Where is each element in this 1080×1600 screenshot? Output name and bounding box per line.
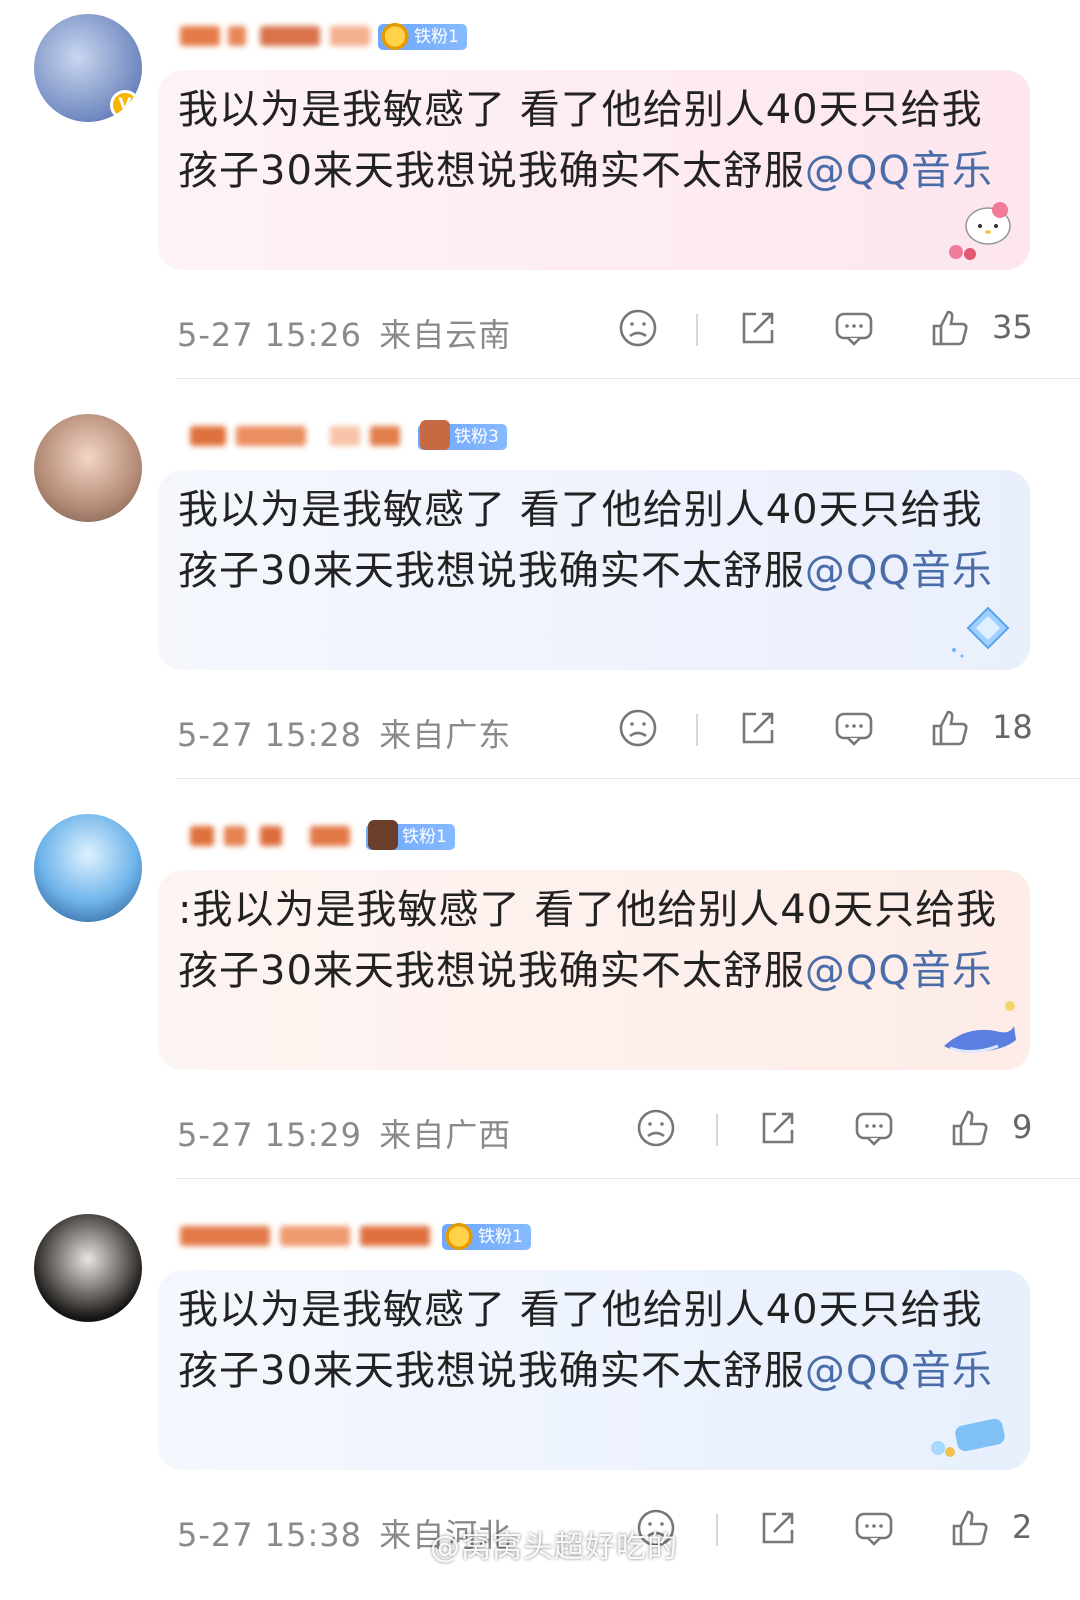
- whale-sticker-icon: [944, 1001, 1016, 1053]
- thumbs-up-icon[interactable]: [928, 706, 972, 750]
- share-icon[interactable]: [736, 306, 780, 350]
- comment-separator: [176, 778, 1080, 779]
- comment-item: 铁粉1 :我以为是我敏感了 看了他给别人40天只给我孩子30来天我想说我确实不太…: [0, 800, 1080, 1200]
- istj-sticker-icon: [931, 1418, 1005, 1457]
- comment-separator: [176, 1178, 1080, 1179]
- comment-icon[interactable]: [832, 306, 876, 350]
- comment-text: 我以为是我敏感了 看了他给别人40天只给我孩子30来天我想说我确实不太舒服@QQ…: [178, 1287, 993, 1394]
- avatar[interactable]: V: [34, 14, 142, 122]
- fan-badge: 铁粉1: [442, 1220, 531, 1250]
- fan-badge: 铁粉1: [378, 20, 467, 50]
- comment-icon[interactable]: [832, 706, 876, 750]
- like-count: 2: [1012, 1508, 1033, 1546]
- verified-badge-icon: V: [110, 90, 140, 120]
- comment-bubble: 我以为是我敏感了 看了他给别人40天只给我孩子30来天我想说我确实不太舒服@QQ…: [158, 1270, 1030, 1470]
- comment-item: V 铁粉1 我以为是我敏感了 看了他给别人40天只给我孩子30来天我想说我确实不…: [0, 0, 1080, 400]
- watermark: @窝窝头超好吃的: [430, 1530, 678, 1565]
- sad-face-icon[interactable]: [616, 306, 660, 350]
- comment-bubble: :我以为是我敏感了 看了他给别人40天只给我孩子30来天我想说我确实不太舒服@Q…: [158, 870, 1030, 1070]
- like-count: 18: [992, 708, 1033, 746]
- comment-bubble: 我以为是我敏感了 看了他给别人40天只给我孩子30来天我想说我确实不太舒服@QQ…: [158, 470, 1030, 670]
- fan-badge: 铁粉1: [366, 820, 455, 850]
- username[interactable]: 铁粉1: [180, 1218, 540, 1254]
- comment-item: 铁粉3 我以为是我敏感了 看了他给别人40天只给我孩子30来天我想说我确实不太舒…: [0, 400, 1080, 800]
- comment-icon[interactable]: [852, 1506, 896, 1550]
- comment-text: 我以为是我敏感了 看了他给别人40天只给我孩子30来天我想说我确实不太舒服@QQ…: [178, 87, 993, 194]
- action-divider: [696, 714, 698, 746]
- like-count: 35: [992, 308, 1033, 346]
- mention-link[interactable]: @QQ音乐: [805, 548, 993, 594]
- action-divider: [716, 1114, 718, 1146]
- comment-icon[interactable]: [852, 1106, 896, 1150]
- diamond-sticker-icon: [952, 606, 1010, 658]
- comment-actions: 18: [0, 706, 1080, 750]
- crown-icon: [380, 20, 410, 50]
- avatar[interactable]: [34, 814, 142, 922]
- avatar[interactable]: [34, 414, 142, 522]
- comment-bubble: 我以为是我敏感了 看了他给别人40天只给我孩子30来天我想说我确实不太舒服@QQ…: [158, 70, 1030, 270]
- username[interactable]: 铁粉1: [180, 818, 540, 854]
- crown-icon: [368, 820, 398, 850]
- comment-separator: [176, 378, 1080, 379]
- comment-text: 我以为是我敏感了 看了他给别人40天只给我孩子30来天我想说我确实不太舒服@QQ…: [178, 487, 993, 594]
- action-divider: [696, 314, 698, 346]
- thumbs-up-icon[interactable]: [948, 1506, 992, 1550]
- mention-link[interactable]: @QQ音乐: [805, 1348, 993, 1394]
- share-icon[interactable]: [756, 1506, 800, 1550]
- sad-face-icon[interactable]: [634, 1106, 678, 1150]
- comment-actions: 9: [0, 1106, 1080, 1150]
- share-icon[interactable]: [756, 1106, 800, 1150]
- crown-icon: [420, 420, 450, 450]
- username[interactable]: 铁粉1: [180, 18, 540, 54]
- like-count: 9: [1012, 1108, 1033, 1146]
- mention-link[interactable]: @QQ音乐: [805, 148, 993, 194]
- username[interactable]: 铁粉3: [180, 418, 540, 454]
- sad-face-icon[interactable]: [616, 706, 660, 750]
- thumbs-up-icon[interactable]: [948, 1106, 992, 1150]
- mention-link[interactable]: @QQ音乐: [805, 948, 993, 994]
- comment-text: :我以为是我敏感了 看了他给别人40天只给我孩子30来天我想说我确实不太舒服@Q…: [178, 887, 998, 994]
- avatar[interactable]: [34, 1214, 142, 1322]
- crown-icon: [444, 1220, 474, 1250]
- thumbs-up-icon[interactable]: [928, 306, 972, 350]
- fan-badge: 铁粉3: [418, 420, 507, 450]
- share-icon[interactable]: [736, 706, 780, 750]
- comment-actions: 35: [0, 306, 1080, 350]
- hello-kitty-sticker-icon: [949, 202, 1011, 260]
- action-divider: [716, 1514, 718, 1546]
